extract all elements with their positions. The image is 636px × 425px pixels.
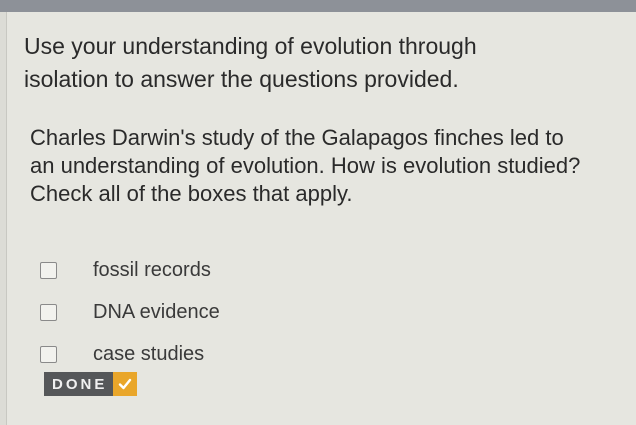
option-label: fossil records (93, 258, 211, 281)
option-fossil-records[interactable]: fossil records (40, 254, 220, 286)
done-button[interactable]: DONE (44, 372, 138, 396)
answer-options: fossil records DNA evidence case studies (40, 254, 220, 380)
option-label: DNA evidence (93, 300, 220, 323)
option-case-studies[interactable]: case studies (40, 338, 220, 370)
instructions-text: Use your understanding of evolution thro… (24, 33, 477, 92)
top-bar (0, 0, 636, 12)
question-text: Charles Darwin's study of the Galapagos … (30, 125, 581, 206)
checkbox[interactable] (40, 261, 57, 279)
done-label: DONE (52, 375, 108, 393)
check-icon (113, 372, 138, 396)
checkbox[interactable] (40, 345, 57, 363)
option-label: case studies (93, 342, 205, 365)
checkbox[interactable] (40, 303, 57, 321)
option-dna-evidence[interactable]: DNA evidence (40, 296, 220, 328)
